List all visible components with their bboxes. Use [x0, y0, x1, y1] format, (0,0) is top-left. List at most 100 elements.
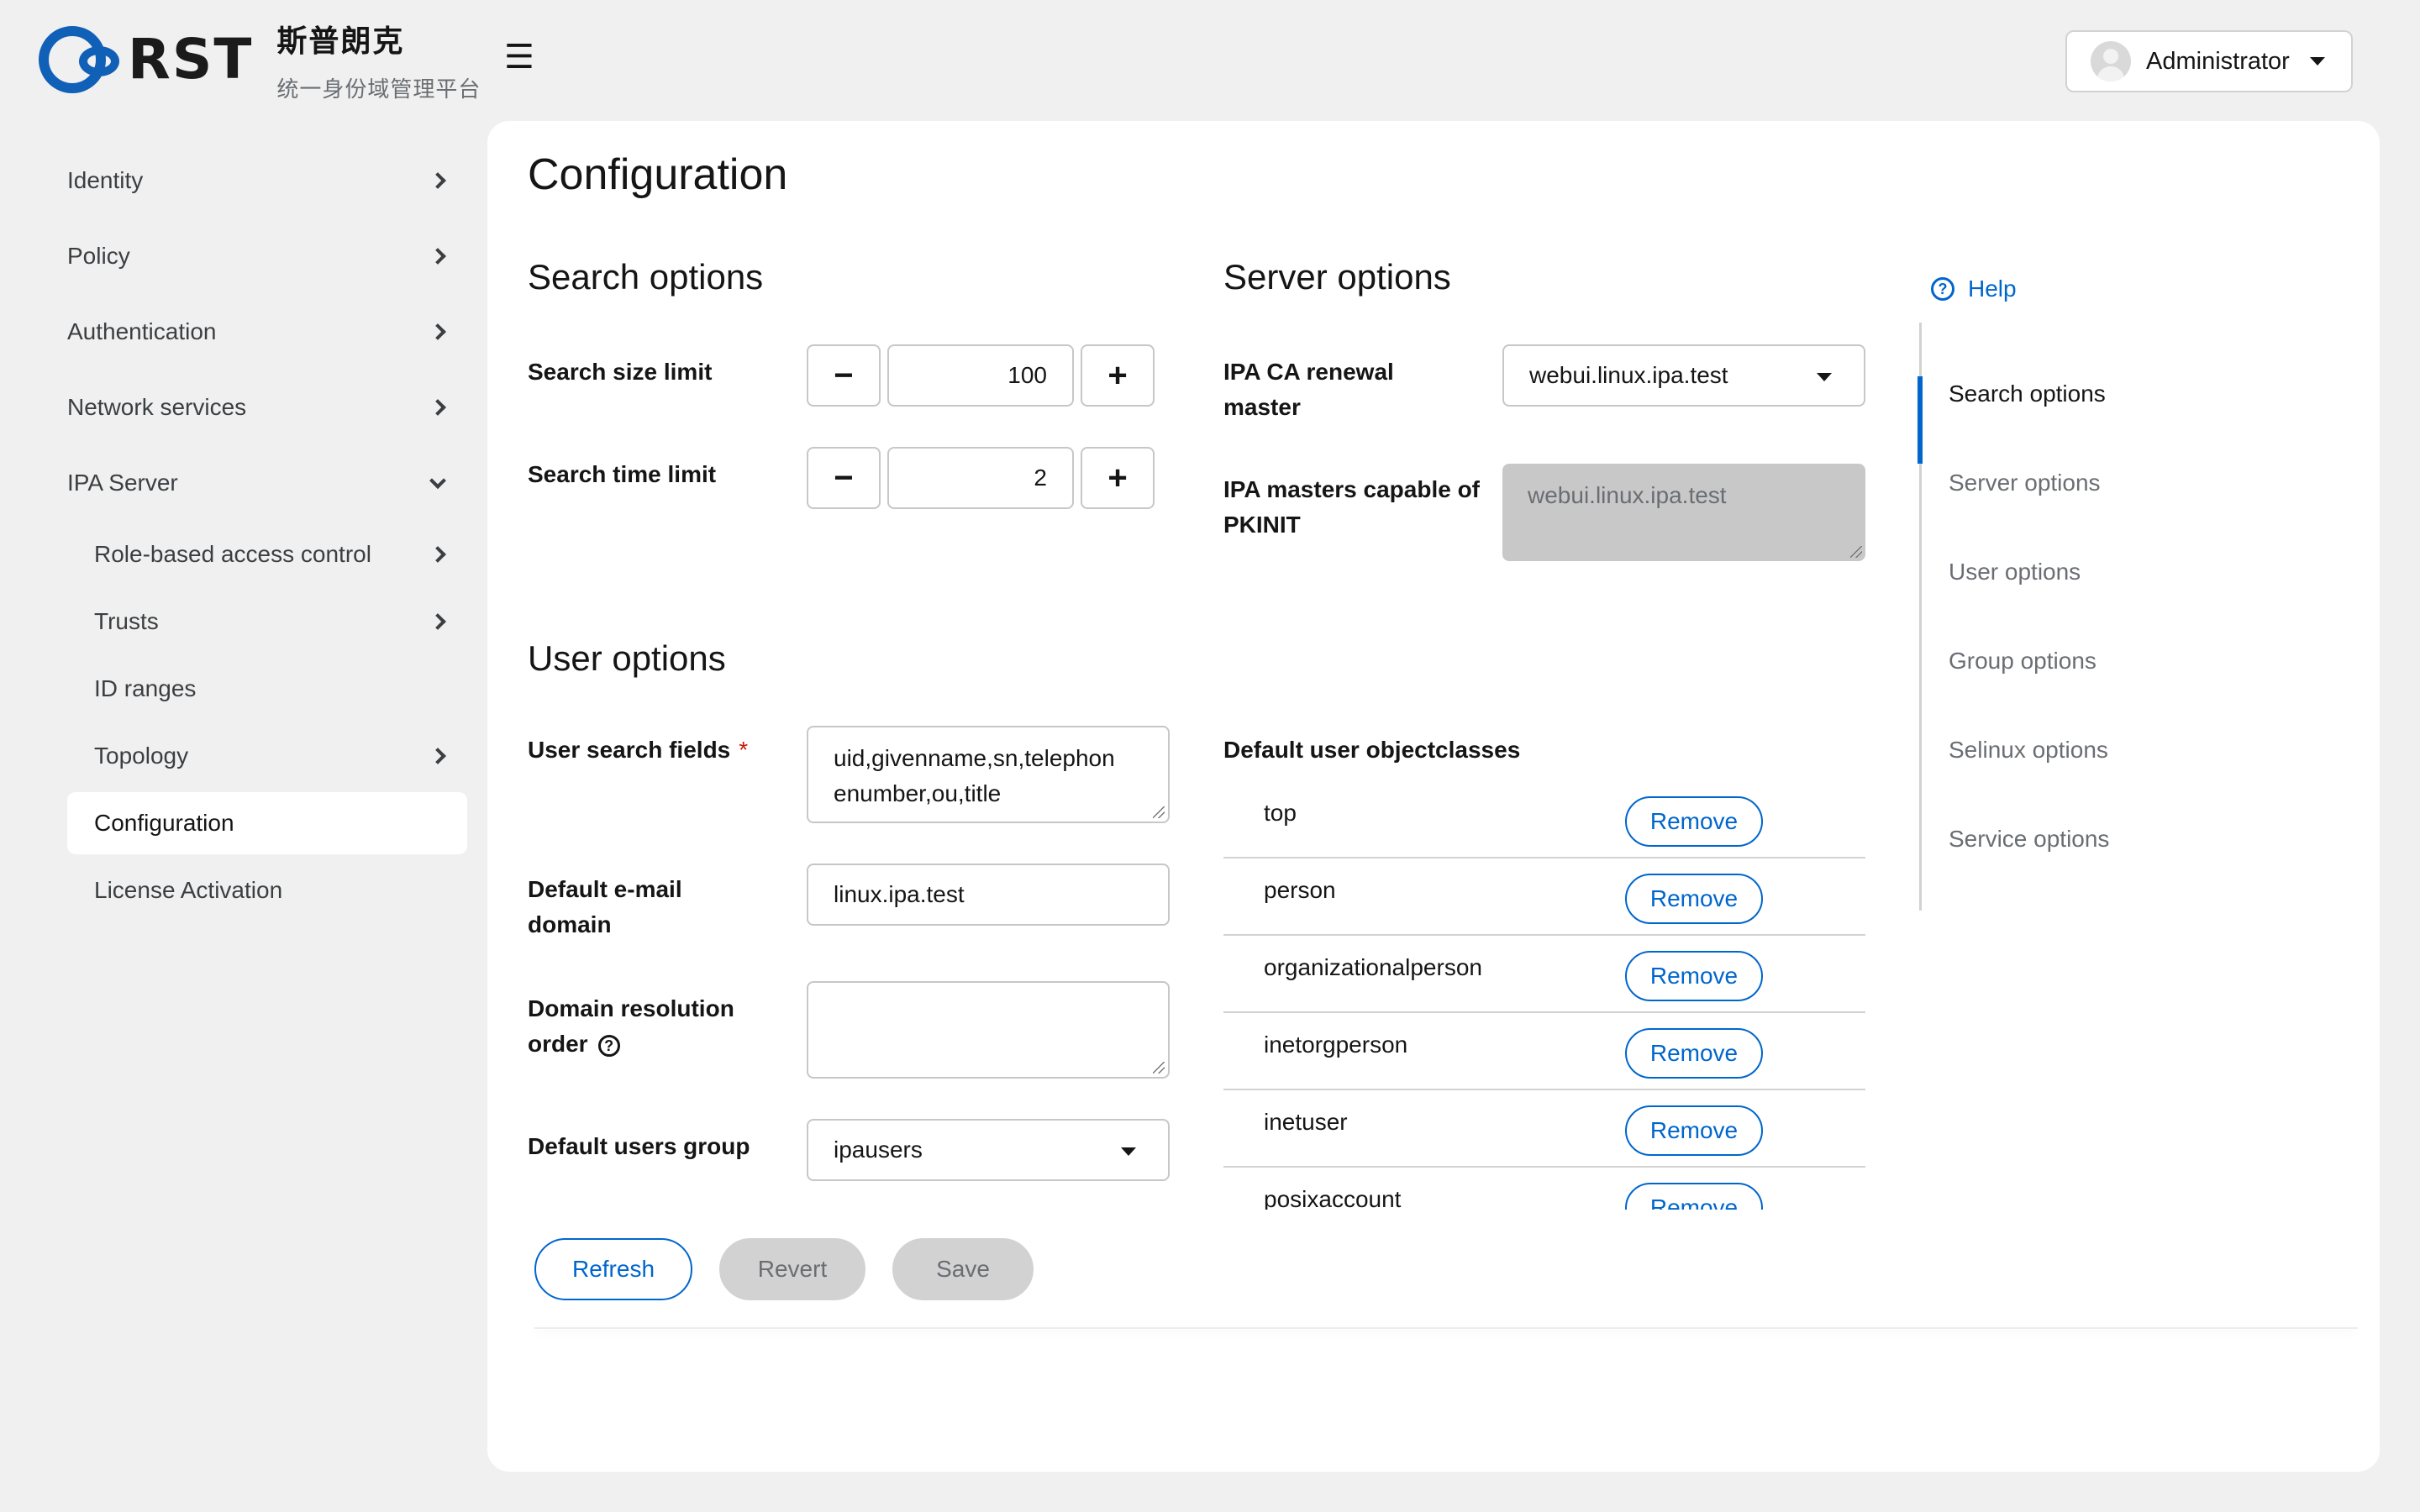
brand-subtitle: 统一身份域管理平台: [276, 76, 481, 102]
sidebar-item-label: IPA Server: [67, 470, 178, 496]
sidebar-item-label: ID ranges: [94, 675, 197, 701]
label-line: IPA CA renewal: [1223, 359, 1394, 385]
objectclass-name: posixaccount: [1264, 1186, 1402, 1210]
chevron-right-icon: [429, 546, 446, 563]
section-title-search-options: Search options: [528, 257, 764, 297]
refresh-button[interactable]: Refresh: [534, 1238, 692, 1300]
search-size-increment-button[interactable]: +: [1081, 344, 1155, 407]
default-users-group-label: Default users group: [528, 1133, 750, 1159]
brand-logo[interactable]: RST 斯普朗克 统一身份域管理平台: [39, 22, 481, 102]
chevron-right-icon: [429, 748, 446, 764]
objectclasses-list: top Remove person Remove organizationalp…: [1223, 781, 1865, 1210]
label-line: Domain resolution: [528, 995, 734, 1021]
jump-link-user-options[interactable]: User options: [1922, 528, 2171, 617]
sidebar-item-label: Configuration: [94, 810, 234, 836]
chevron-right-icon: [429, 323, 446, 340]
sidebar-item-label: Role-based access control: [94, 541, 371, 567]
sidebar-item-id-ranges[interactable]: ID ranges: [67, 655, 467, 722]
sidebar-item-license-activation[interactable]: License Activation: [67, 857, 467, 924]
caret-down-icon: [1817, 373, 1832, 381]
sidebar-item-topology[interactable]: Topology: [67, 722, 467, 790]
brand-name: 斯普朗克: [276, 24, 405, 59]
pkinit-masters-label: IPA masters capable of PKINIT: [1223, 472, 1480, 543]
avatar: [2091, 41, 2131, 81]
label-line: master: [1223, 394, 1301, 420]
list-item: top Remove: [1223, 781, 1865, 858]
sidebar-item-ipa-server[interactable]: IPA Server: [67, 445, 467, 521]
help-label: Help: [1968, 276, 2017, 302]
chevron-right-icon: [429, 172, 446, 189]
jump-link-search-options[interactable]: Search options: [1918, 349, 2171, 464]
user-dropdown[interactable]: Administrator: [2065, 30, 2353, 92]
revert-button[interactable]: Revert: [719, 1238, 865, 1300]
pkinit-masters-field: webui.linux.ipa.test: [1502, 464, 1865, 561]
page-title: Configuration: [528, 150, 788, 199]
user-search-fields-textarea[interactable]: uid,givenname,sn,telephon enumber,ou,tit…: [807, 726, 1170, 823]
list-item: inetuser Remove: [1223, 1090, 1865, 1168]
jump-links-nav: Search options Server options User optio…: [1918, 323, 2171, 911]
section-title-user-options: User options: [528, 638, 726, 678]
caret-down-icon: [1121, 1147, 1136, 1156]
domain-resolution-order-label: Domain resolution order?: [528, 991, 734, 1062]
list-item: organizationalperson Remove: [1223, 936, 1865, 1013]
sidebar-item-rbac[interactable]: Role-based access control: [67, 521, 467, 588]
sidebar-item-policy[interactable]: Policy: [67, 218, 467, 294]
sidebar-item-label: Authentication: [67, 318, 217, 344]
sidebar-item-label: Policy: [67, 243, 130, 269]
logo-text: RST: [128, 27, 254, 92]
default-email-domain-label: Default e-mail domain: [528, 872, 682, 942]
list-item: inetorgperson Remove: [1223, 1013, 1865, 1090]
textarea-line: uid,givenname,sn,telephon: [834, 745, 1115, 771]
default-users-group-select[interactable]: ipausers: [807, 1119, 1170, 1181]
label-line: IPA masters capable of: [1223, 476, 1481, 502]
section-title-server-options: Server options: [1223, 257, 1451, 297]
chevron-down-icon: [429, 472, 446, 490]
jump-link-group-options[interactable]: Group options: [1922, 617, 2171, 706]
question-circle-icon[interactable]: ?: [597, 1034, 620, 1057]
jump-link-server-options[interactable]: Server options: [1922, 438, 2171, 528]
label-line: Default e-mail: [528, 876, 682, 902]
jump-link-service-options[interactable]: Service options: [1922, 795, 2171, 884]
search-size-limit-input[interactable]: 100: [887, 344, 1074, 407]
remove-button[interactable]: Remove: [1625, 1028, 1763, 1079]
ca-renewal-master-select[interactable]: webui.linux.ipa.test: [1502, 344, 1865, 407]
user-search-fields-label: User search fields *: [528, 732, 748, 768]
select-value: ipausers: [834, 1137, 923, 1163]
remove-button[interactable]: Remove: [1625, 1183, 1763, 1210]
sidebar-item-network-services[interactable]: Network services: [67, 370, 467, 445]
help-link[interactable]: ? Help: [1931, 276, 2017, 302]
sidebar-nav: Identity Policy Authentication Network s…: [67, 143, 467, 924]
remove-button[interactable]: Remove: [1625, 951, 1763, 1001]
remove-button[interactable]: Remove: [1625, 796, 1763, 847]
label-line: domain: [528, 911, 612, 937]
remove-button[interactable]: Remove: [1625, 874, 1763, 924]
sidebar-item-authentication[interactable]: Authentication: [67, 294, 467, 370]
textarea-line: enumber,ou,title: [834, 780, 1002, 806]
save-button[interactable]: Save: [892, 1238, 1034, 1300]
jump-link-selinux-options[interactable]: Selinux options: [1922, 706, 2171, 795]
objectclass-name: organizationalperson: [1264, 954, 1482, 980]
user-name: Administrator: [2146, 47, 2290, 75]
sidebar-item-label: Topology: [94, 743, 189, 769]
list-item: posixaccount Remove: [1223, 1168, 1865, 1210]
select-value: webui.linux.ipa.test: [1529, 362, 1728, 388]
sidebar-item-label: Identity: [67, 167, 144, 193]
search-time-increment-button[interactable]: +: [1081, 447, 1155, 509]
default-email-domain-input[interactable]: linux.ipa.test: [807, 864, 1170, 926]
help-circle-icon: ?: [1931, 277, 1954, 301]
sidebar-item-identity[interactable]: Identity: [67, 143, 467, 218]
objectclass-name: inetuser: [1264, 1109, 1348, 1135]
list-item: person Remove: [1223, 858, 1865, 936]
hamburger-menu-icon[interactable]: ☰: [504, 40, 534, 74]
sidebar-item-configuration[interactable]: Configuration: [67, 792, 467, 854]
objectclass-name: person: [1264, 877, 1336, 903]
search-time-limit-input[interactable]: 2: [887, 447, 1074, 509]
domain-resolution-order-textarea[interactable]: [807, 981, 1170, 1079]
search-size-decrement-button[interactable]: −: [807, 344, 881, 407]
sidebar-item-trusts[interactable]: Trusts: [67, 588, 467, 655]
remove-button[interactable]: Remove: [1625, 1105, 1763, 1156]
sidebar-item-label: Network services: [67, 394, 247, 420]
default-objectclasses-label: Default user objectclasses: [1223, 737, 1521, 763]
search-time-decrement-button[interactable]: −: [807, 447, 881, 509]
chevron-right-icon: [429, 248, 446, 265]
